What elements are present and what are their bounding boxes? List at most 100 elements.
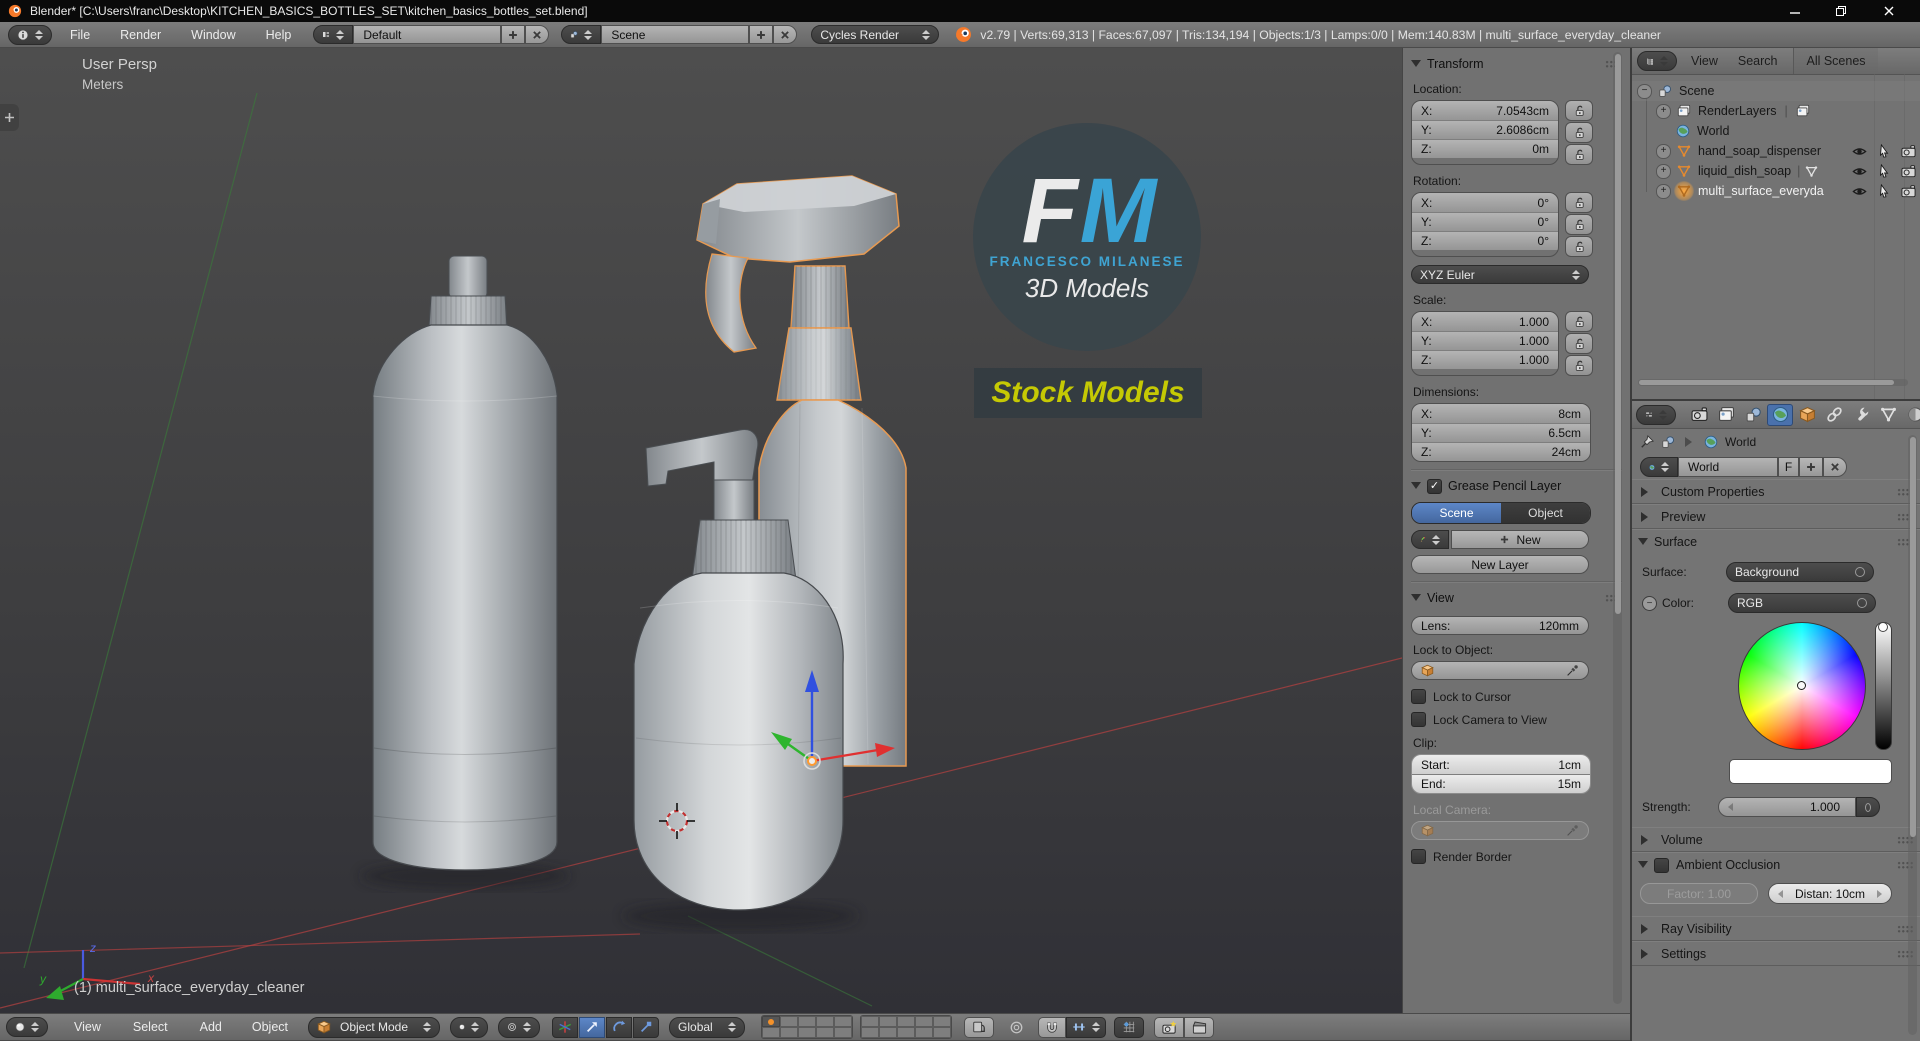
outliner-row-liquid-dish-soap[interactable]: + liquid_dish_soap |: [1632, 161, 1920, 181]
expand-plus-icon[interactable]: +: [1656, 183, 1671, 199]
clip-end-field[interactable]: End: 15m: [1412, 774, 1590, 793]
viewport-scene[interactable]: z x y: [0, 48, 1402, 1013]
layer-cell[interactable]: [861, 1016, 880, 1027]
grease-pencil-source-button[interactable]: [1411, 530, 1449, 549]
expand-plus-icon[interactable]: +: [1656, 143, 1671, 159]
menu-file[interactable]: File: [66, 28, 94, 42]
scene-delete-button[interactable]: [773, 25, 798, 44]
clip-start-field[interactable]: Start: 1cm: [1412, 755, 1590, 774]
layout-name-field[interactable]: Default: [353, 25, 502, 44]
editor-type-3dview-button[interactable]: [6, 1017, 48, 1037]
lock-to-cursor-row[interactable]: Lock to Cursor: [1411, 689, 1622, 704]
grease-tab-object[interactable]: Object: [1501, 503, 1590, 523]
decrement-arrow-icon[interactable]: [1728, 803, 1733, 811]
layer-cell[interactable]: [816, 1027, 835, 1038]
ao-factor-field[interactable]: Factor: 1.00: [1640, 883, 1758, 904]
visibility-eye-icon[interactable]: [1852, 144, 1867, 159]
menu-render[interactable]: Render: [116, 28, 165, 42]
location-z-field[interactable]: Z: 0m: [1412, 139, 1558, 158]
lock-rotation-y-button[interactable]: [1565, 214, 1593, 235]
menu-window[interactable]: Window: [187, 28, 239, 42]
value-slider-handle[interactable]: [1877, 622, 1888, 632]
outliner-row-scene[interactable]: − Scene: [1632, 81, 1920, 101]
outliner-menu-search[interactable]: Search: [1738, 54, 1778, 68]
scene-browse-button[interactable]: [561, 25, 602, 44]
location-x-field[interactable]: X: 7.0543cm: [1412, 101, 1558, 120]
layer-cell[interactable]: [780, 1027, 799, 1038]
panel-surface[interactable]: Surface: [1632, 529, 1920, 554]
layer-cell[interactable]: [915, 1016, 934, 1027]
outliner-row-renderlayers[interactable]: + RenderLayers |: [1632, 101, 1920, 121]
minimize-button[interactable]: [1772, 0, 1818, 22]
transform-orientation-select[interactable]: Global: [669, 1016, 746, 1038]
layer-1-active[interactable]: [762, 1016, 781, 1027]
color-wheel[interactable]: [1738, 622, 1866, 750]
panel-ray-visibility[interactable]: Ray Visibility: [1632, 916, 1920, 941]
world-browse-button[interactable]: [1640, 457, 1678, 477]
strength-field[interactable]: 1.000: [1718, 797, 1856, 817]
lock-scale-x-button[interactable]: [1565, 311, 1593, 332]
layout-delete-button[interactable]: [525, 25, 550, 44]
lock-camera-row[interactable]: Lock Camera to View: [1411, 712, 1622, 727]
tab-scene[interactable]: [1740, 404, 1766, 426]
render-engine-select[interactable]: Cycles Render: [811, 25, 940, 44]
expand-plus-icon[interactable]: +: [1656, 163, 1671, 179]
local-camera-field[interactable]: [1411, 821, 1589, 840]
renderability-camera-icon[interactable]: [1901, 144, 1916, 159]
grease-new-layer-button[interactable]: New Layer: [1411, 555, 1589, 574]
scene-name-field[interactable]: Scene: [601, 25, 750, 44]
collapse-minus-icon[interactable]: −: [1637, 83, 1652, 99]
ambient-occlusion-checkbox[interactable]: [1654, 857, 1669, 873]
lock-to-scene-button[interactable]: [964, 1016, 995, 1038]
dimensions-z-field[interactable]: Z: 24cm: [1412, 442, 1590, 461]
renderability-camera-icon[interactable]: [1901, 164, 1916, 179]
lock-location-y-button[interactable]: [1565, 122, 1593, 143]
outliner-row-multi-surface-cleaner[interactable]: + multi_surface_everyda: [1632, 181, 1920, 201]
selectability-cursor-icon[interactable]: [1877, 184, 1891, 198]
tab-render[interactable]: [1686, 404, 1712, 426]
proportional-edit-button[interactable]: [1002, 1017, 1030, 1038]
snap-target-button[interactable]: [1114, 1016, 1145, 1038]
lock-to-cursor-checkbox[interactable]: [1411, 689, 1426, 704]
node-socket-icon[interactable]: −: [1642, 595, 1657, 611]
tab-render-layers[interactable]: [1713, 404, 1739, 426]
outliner-row-hand-soap-dispenser[interactable]: + hand_soap_dispenser: [1632, 141, 1920, 161]
layer-cell[interactable]: [798, 1016, 817, 1027]
viewport-shading-select[interactable]: [450, 1016, 489, 1038]
pin-icon[interactable]: [1640, 435, 1654, 449]
tab-object-data[interactable]: [1875, 404, 1901, 426]
layer-cell[interactable]: [816, 1016, 835, 1027]
ao-distance-field[interactable]: Distan: 10cm: [1768, 883, 1892, 904]
viewport-menu-select[interactable]: Select: [129, 1020, 172, 1034]
visibility-eye-icon[interactable]: [1852, 184, 1867, 199]
visibility-eye-icon[interactable]: [1852, 164, 1867, 179]
lock-location-x-button[interactable]: [1565, 100, 1593, 121]
lock-scale-z-button[interactable]: [1565, 355, 1593, 376]
menu-help[interactable]: Help: [262, 28, 296, 42]
tab-material[interactable]: [1902, 404, 1920, 426]
toolshelf-expand-tab[interactable]: [0, 104, 19, 131]
increment-arrow-icon[interactable]: [1877, 889, 1882, 898]
grease-pencil-checkbox[interactable]: ✓: [1427, 478, 1442, 494]
layer-cell[interactable]: [780, 1016, 799, 1027]
restore-button[interactable]: [1818, 0, 1864, 22]
lock-location-z-button[interactable]: [1565, 144, 1593, 165]
lock-rotation-z-button[interactable]: [1565, 236, 1593, 257]
viewport-menu-add[interactable]: Add: [196, 1020, 226, 1034]
viewport-menu-object[interactable]: Object: [248, 1020, 292, 1034]
panel-custom-properties[interactable]: Custom Properties: [1632, 479, 1920, 504]
properties-scrollbar[interactable]: [1908, 435, 1917, 1035]
tab-modifiers[interactable]: [1848, 404, 1874, 426]
renderlayer-data-icon[interactable]: [1796, 104, 1810, 118]
value-slider[interactable]: [1875, 622, 1892, 750]
panel-volume[interactable]: Volume: [1632, 827, 1920, 852]
close-button[interactable]: [1866, 0, 1912, 22]
expand-plus-icon[interactable]: +: [1656, 103, 1671, 119]
editor-type-properties-button[interactable]: [1636, 404, 1676, 425]
dimensions-y-field[interactable]: Y: 6.5cm: [1412, 423, 1590, 442]
n-panel-scrollbar[interactable]: [1613, 52, 1622, 1004]
world-unlink-button[interactable]: [1823, 457, 1847, 477]
tab-world[interactable]: [1767, 403, 1793, 426]
snap-element-select[interactable]: [1066, 1016, 1107, 1038]
scene-add-button[interactable]: [749, 25, 774, 44]
